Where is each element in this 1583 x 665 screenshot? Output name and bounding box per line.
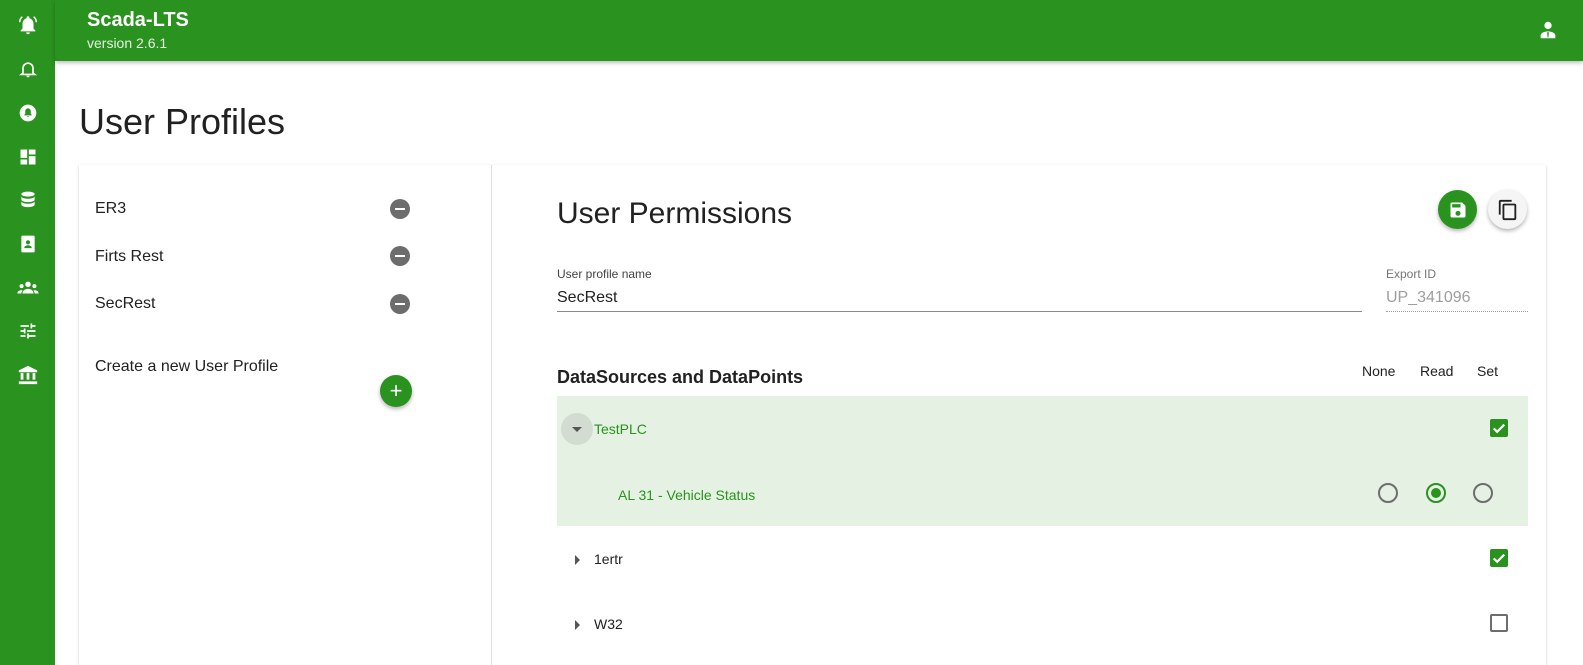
column-set: Set: [1477, 363, 1499, 379]
chevron-down-icon: [572, 426, 582, 432]
datasource-name: TestPLC: [594, 421, 647, 437]
export-id-input: [1386, 285, 1528, 312]
access-read-radio[interactable]: [1426, 483, 1446, 503]
export-id-label: Export ID: [1386, 267, 1437, 281]
profile-item[interactable]: SecRest: [95, 289, 415, 319]
page-title: User Profiles: [79, 101, 286, 142]
profile-list: ER3 Firts Rest SecRest Create a new User…: [79, 165, 492, 665]
chevron-right-icon: [574, 555, 580, 565]
profile-name: Firts Rest: [95, 248, 164, 265]
permissions-title: User Permissions: [557, 197, 793, 230]
user-account-icon[interactable]: [1537, 19, 1559, 41]
institution-icon[interactable]: [17, 364, 39, 386]
remove-profile-button[interactable]: [390, 199, 410, 219]
access-set-radio[interactable]: [1473, 483, 1493, 503]
permissions-panel: User Permissions User profile name Expor…: [493, 165, 1546, 665]
datasource-row: TestPLC: [557, 411, 1528, 457]
datasource-row: 1ertr: [557, 542, 1528, 588]
datasource-group-expanded: TestPLC AL 31 - Vehicle Status: [557, 396, 1528, 526]
dashboard-icon[interactable]: [17, 146, 39, 168]
alarm-bell-icon[interactable]: [17, 14, 39, 36]
set-checkbox[interactable]: [1490, 614, 1508, 632]
sidebar: [0, 0, 55, 665]
bell-icon[interactable]: [17, 58, 39, 80]
add-profile-button[interactable]: +: [380, 375, 412, 407]
checkmark-icon: [1492, 423, 1506, 434]
profile-item[interactable]: Firts Rest: [95, 242, 415, 272]
app-title: Scada-LTS: [87, 9, 189, 31]
datapoint-name: AL 31 - Vehicle Status: [618, 487, 756, 503]
profile-name-label: User profile name: [557, 267, 652, 281]
profile-item[interactable]: ER3: [95, 194, 415, 224]
remove-profile-button[interactable]: [390, 294, 410, 314]
set-checkbox[interactable]: [1490, 419, 1508, 437]
create-profile-label: Create a new User Profile: [95, 358, 279, 375]
database-icon[interactable]: [17, 189, 39, 211]
checkmark-icon: [1492, 553, 1506, 564]
access-none-radio[interactable]: [1378, 483, 1398, 503]
expand-toggle[interactable]: [561, 544, 593, 576]
profiles-card: ER3 Firts Rest SecRest Create a new User…: [79, 165, 1546, 665]
datasource-row: W32: [557, 607, 1528, 653]
datasource-name: 1ertr: [594, 551, 623, 567]
tune-icon[interactable]: [17, 320, 39, 342]
save-icon: [1450, 202, 1465, 217]
copy-icon: [1498, 199, 1516, 220]
column-read: Read: [1420, 363, 1454, 379]
collapse-toggle[interactable]: [561, 413, 593, 445]
alert-circle-icon[interactable]: [17, 102, 39, 124]
chevron-right-icon: [574, 620, 580, 630]
datasource-name: W32: [594, 616, 623, 632]
profile-name: ER3: [95, 200, 127, 217]
save-button[interactable]: [1438, 190, 1477, 229]
datapoint-row: AL 31 - Vehicle Status: [557, 476, 1528, 522]
column-none: None: [1362, 363, 1396, 379]
report-icon[interactable]: [17, 233, 39, 255]
remove-profile-button[interactable]: [390, 246, 410, 266]
profile-name-input[interactable]: [557, 285, 1362, 312]
users-icon[interactable]: [17, 277, 39, 299]
top-bar: Scada-LTS version 2.6.1: [55, 0, 1583, 61]
profile-name: SecRest: [95, 295, 156, 312]
set-checkbox[interactable]: [1490, 549, 1508, 567]
datasources-section-title: DataSources and DataPoints: [557, 367, 804, 387]
app-version: version 2.6.1: [87, 35, 168, 51]
expand-toggle[interactable]: [561, 609, 593, 641]
copy-button[interactable]: [1488, 190, 1527, 229]
